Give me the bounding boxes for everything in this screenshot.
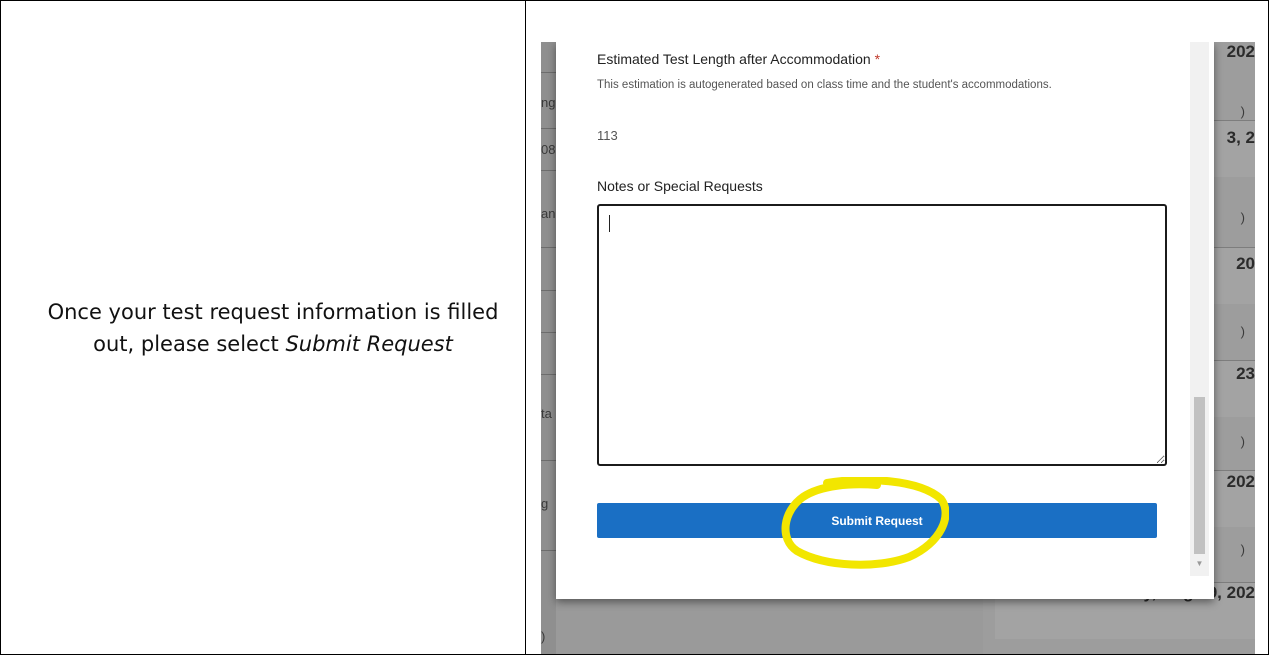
background-small-text: ) [1240, 104, 1245, 119]
background-left-text: 08 [541, 142, 556, 157]
background-date-text: 202 [1226, 42, 1255, 61]
instruction-emphasis: Submit Request [285, 332, 453, 356]
background-left-text: ) [541, 629, 546, 644]
background-row-line [541, 247, 556, 248]
background-row-line [541, 332, 556, 333]
estimated-length-help: This estimation is autogenerated based o… [597, 79, 1052, 91]
background-row-line [541, 550, 556, 551]
background-date-text: 3, 2 [1226, 128, 1255, 147]
background-small-text: ) [1240, 542, 1245, 557]
estimated-length-label-text: Estimated Test Length after Accommodatio… [597, 51, 871, 67]
modal-scrollbar[interactable]: ▼ [1190, 42, 1209, 576]
notes-textarea[interactable] [597, 204, 1167, 466]
background-small-text: ) [1240, 434, 1245, 449]
submit-request-button[interactable]: Submit Request [597, 503, 1157, 538]
background-date-text: 202 [1226, 472, 1255, 491]
estimated-length-value: 113 [597, 128, 618, 143]
background-small-text: ) [1240, 210, 1245, 225]
background-left-text: ta [541, 406, 552, 421]
background-left-column [541, 42, 556, 654]
background-left-text: ng [541, 95, 556, 110]
table-column-divider [525, 0, 526, 655]
background-date-text: 23 [1236, 364, 1255, 383]
estimated-length-label: Estimated Test Length after Accommodatio… [597, 51, 880, 67]
background-row-line [541, 128, 556, 129]
background-small-text: ) [1240, 324, 1245, 339]
required-marker: * [874, 51, 881, 67]
background-date-text: 20 [1236, 254, 1255, 273]
notes-label: Notes or Special Requests [597, 178, 763, 194]
background-row-line [541, 374, 556, 375]
test-request-modal: Estimated Test Length after Accommodatio… [556, 42, 1214, 599]
text-cursor [609, 215, 610, 232]
instruction-text: Once your test request information is fi… [28, 296, 518, 360]
background-left-text: g [541, 496, 549, 511]
scrollbar-thumb[interactable] [1194, 397, 1205, 554]
screenshot: ng 08 an ta g ) 202 ) 3, 2 ) 20 ) 23 ) 2… [541, 42, 1255, 654]
background-row-line [541, 290, 556, 291]
background-row-line [541, 170, 556, 171]
scroll-down-arrow-icon[interactable]: ▼ [1194, 558, 1205, 569]
background-left-text: an [541, 206, 556, 221]
background-row-line [541, 460, 556, 461]
background-row-line [541, 72, 556, 73]
